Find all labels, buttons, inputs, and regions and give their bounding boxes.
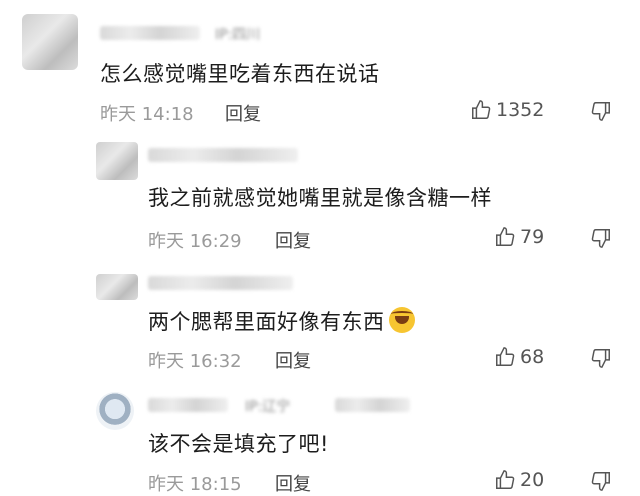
dislike-button[interactable]: [590, 470, 612, 492]
ip-location: IP:四川: [215, 27, 261, 43]
reply-button[interactable]: 回复: [225, 100, 261, 126]
reply-button[interactable]: 回复: [275, 347, 311, 373]
like-button[interactable]: 68: [494, 346, 544, 368]
thumbs-down-icon: [590, 347, 612, 369]
comment-item: 我之前就感觉她嘴里就是像含糖一样 昨天 16:29 回复 79: [0, 130, 640, 255]
comment-time: 昨天 16:29: [148, 231, 242, 252]
avatar[interactable]: [96, 392, 134, 430]
thumbs-up-icon: [494, 346, 516, 368]
avatar[interactable]: [22, 14, 78, 70]
comment-text: 该不会是填充了吧!: [148, 432, 329, 456]
comment-item: IP:四川 怎么感觉嘴里吃着东西在说话 昨天 14:18 回复 1352: [0, 0, 640, 130]
username-blurred[interactable]: [148, 276, 293, 290]
thumbs-down-icon: [590, 100, 612, 122]
thumbs-down-icon: [590, 470, 612, 492]
like-button[interactable]: 1352: [470, 99, 544, 121]
comment-text: 两个腮帮里面好像有东西: [148, 306, 415, 336]
comment-text-body: 两个腮帮里面好像有东西: [148, 310, 385, 334]
comment-text: 怎么感觉嘴里吃着东西在说话: [100, 62, 380, 86]
like-button[interactable]: 20: [494, 469, 544, 491]
dislike-button[interactable]: [590, 347, 612, 369]
comment-item: 两个腮帮里面好像有东西 昨天 16:32 回复 68: [0, 258, 640, 378]
avatar[interactable]: [96, 142, 138, 180]
dislike-button[interactable]: [590, 100, 612, 122]
reply-button[interactable]: 回复: [275, 470, 311, 496]
laugh-cry-emoji-icon: [388, 307, 415, 333]
username-blurred[interactable]: [100, 26, 200, 40]
reply-button[interactable]: 回复: [275, 227, 311, 253]
thumbs-down-icon: [590, 227, 612, 249]
extra-info-blurred: [335, 398, 410, 412]
thumbs-up-icon: [494, 469, 516, 491]
comment-time: 昨天 18:15: [148, 474, 242, 495]
ip-location: IP:辽宁: [245, 399, 291, 415]
like-button[interactable]: 79: [494, 226, 544, 248]
comment-item: IP:辽宁 该不会是填充了吧! 昨天 18:15 回复 20: [0, 378, 640, 495]
like-count: 20: [520, 469, 545, 491]
comment-text: 我之前就感觉她嘴里就是像含糖一样: [148, 186, 492, 210]
username-blurred[interactable]: [148, 398, 228, 412]
username-blurred[interactable]: [148, 148, 298, 162]
comment-time: 昨天 14:18: [100, 104, 194, 125]
comment-time: 昨天 16:32: [148, 351, 242, 372]
thumbs-up-icon: [494, 226, 516, 248]
like-count: 79: [520, 226, 545, 248]
like-count: 1352: [496, 99, 545, 121]
dislike-button[interactable]: [590, 227, 612, 249]
like-count: 68: [520, 346, 545, 368]
thumbs-up-icon: [470, 99, 492, 121]
avatar[interactable]: [96, 274, 138, 300]
